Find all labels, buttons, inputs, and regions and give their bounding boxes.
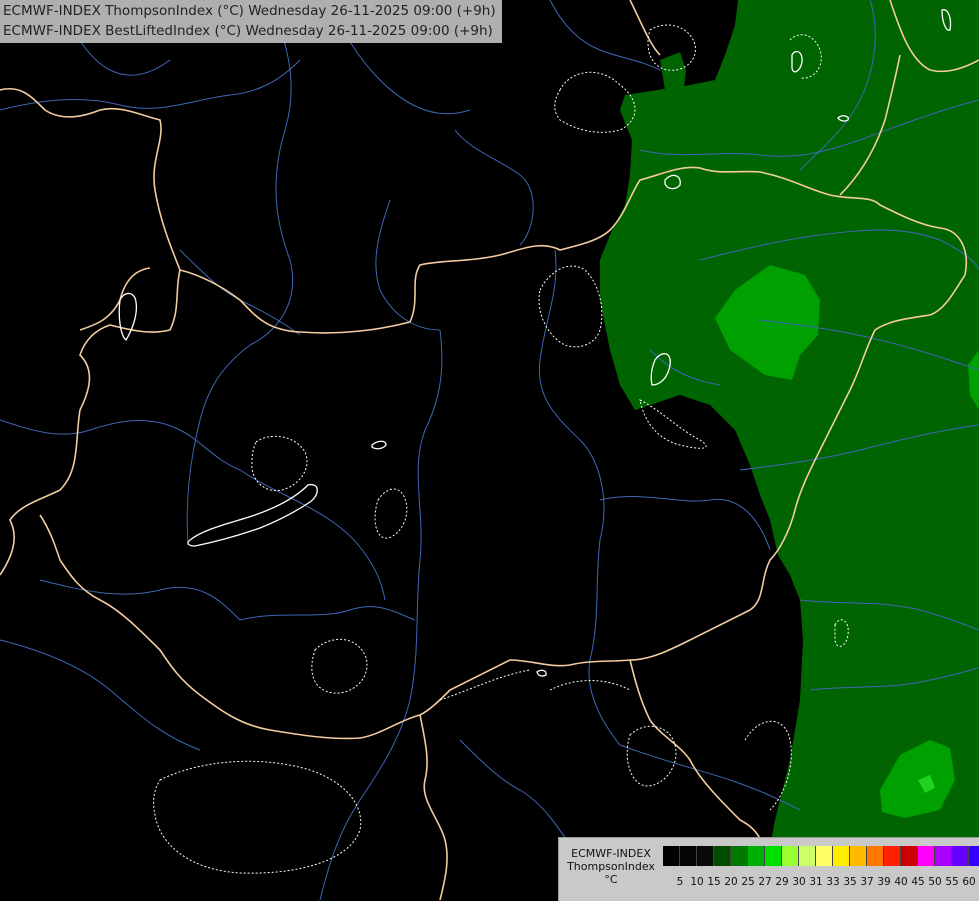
legend-swatch <box>935 846 952 866</box>
legend-swatch <box>884 846 901 866</box>
legend-source: ECMWF-INDEX <box>571 847 651 860</box>
legend-tick-label: 40 <box>894 876 908 888</box>
legend-tick-label: 55 <box>945 876 959 888</box>
legend-tick-label: 5 <box>676 876 684 888</box>
color-legend: ECMWF-INDEX ThompsonIndex °C 5 10 15 20 25 27… <box>558 837 979 901</box>
legend-tick-label: 60 <box>962 876 976 888</box>
legend-tick-label: 37 <box>860 876 874 888</box>
legend-tick-label: 45 <box>911 876 925 888</box>
legend-unit: °C <box>604 873 618 886</box>
legend-swatch <box>680 846 697 866</box>
legend-tick-label: 27 <box>758 876 772 888</box>
legend-tick-label: 50 <box>928 876 942 888</box>
legend-title: ECMWF-INDEX ThompsonIndex °C <box>563 847 659 886</box>
legend-tick-label: 10 <box>690 876 704 888</box>
legend-swatch <box>799 846 816 866</box>
legend-swatch <box>816 846 833 866</box>
weather-map <box>0 0 979 900</box>
map-title-primary: ECMWF-INDEX ThompsonIndex (°C) Wednesday… <box>3 3 496 19</box>
legend-tick-label: 39 <box>877 876 891 888</box>
legend-swatch <box>765 846 782 866</box>
legend-tick-label: 33 <box>826 876 840 888</box>
legend-swatch <box>833 846 850 866</box>
legend-swatch <box>748 846 765 866</box>
legend-variable: ThompsonIndex <box>567 860 655 873</box>
legend-swatch <box>850 846 867 866</box>
legend-swatch <box>952 846 969 866</box>
legend-swatch <box>714 846 731 866</box>
map-title-box: ECMWF-INDEX ThompsonIndex (°C) Wednesday… <box>0 0 502 43</box>
legend-tick-label: 15 <box>707 876 721 888</box>
legend-tick-label: 35 <box>843 876 857 888</box>
legend-swatch <box>867 846 884 866</box>
map-title-secondary: ECMWF-INDEX BestLiftedIndex (°C) Wednesd… <box>3 23 493 39</box>
legend-tick-label: 30 <box>792 876 806 888</box>
legend-swatch <box>901 846 918 866</box>
legend-swatch <box>731 846 748 866</box>
legend-tick-label: 20 <box>724 876 738 888</box>
legend-swatch <box>697 846 714 866</box>
legend-swatch <box>969 846 979 866</box>
legend-tick-label: 29 <box>775 876 789 888</box>
legend-tick-label: 31 <box>809 876 823 888</box>
legend-swatch <box>663 846 680 866</box>
legend-swatch <box>918 846 935 866</box>
legend-swatch <box>782 846 799 866</box>
legend-tick-label: 25 <box>741 876 755 888</box>
legend-swatches <box>663 846 979 866</box>
